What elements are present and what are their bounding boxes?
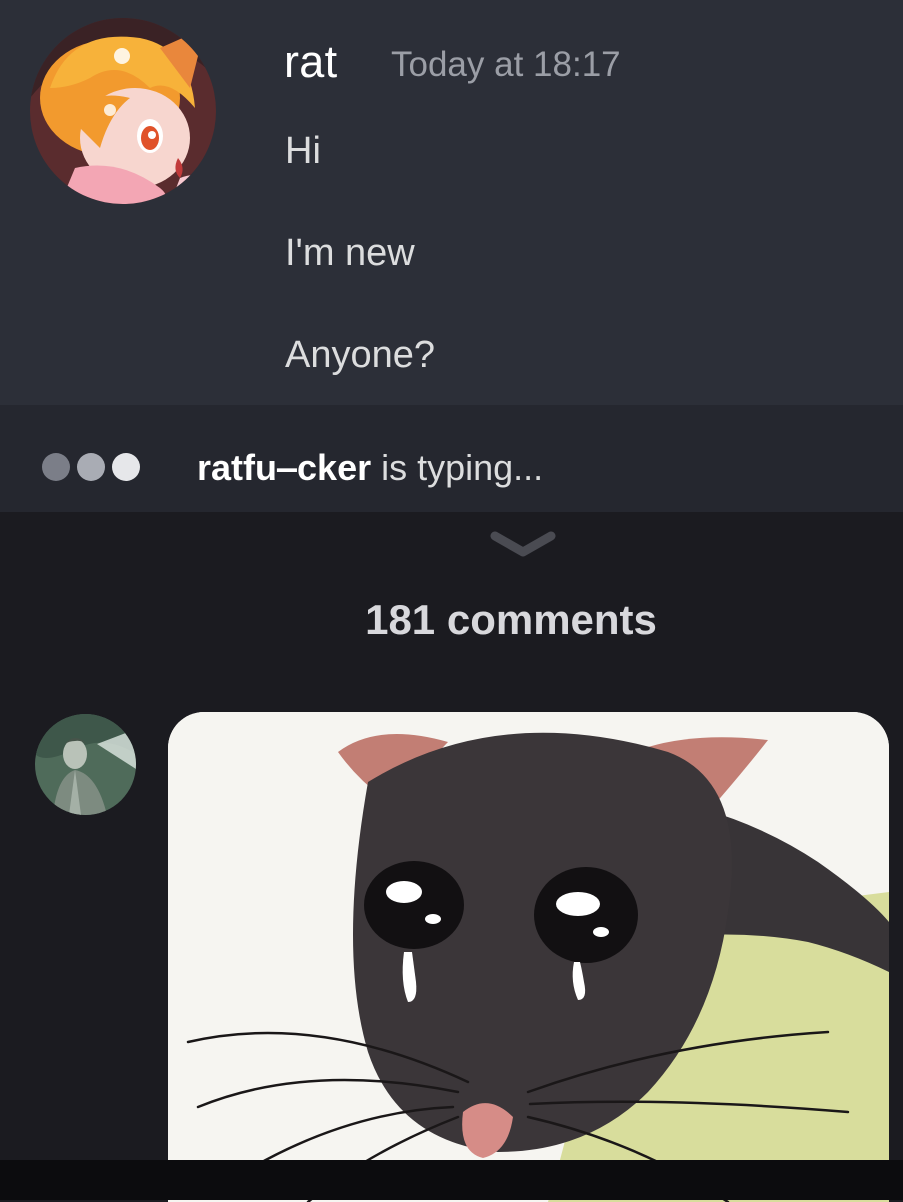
chat-panel: rat Today at 18:17 Hi I'm new Anyone? ra… [0,0,903,512]
crying-rat-illustration [168,712,889,1202]
typing-dots-icon [42,453,140,481]
chevron-down-icon[interactable] [489,530,557,560]
message-text: I'm new [285,232,415,274]
message-username[interactable]: rat [284,36,337,88]
typing-suffix: is typing... [371,447,544,488]
bottom-bar [0,1160,903,1200]
message-text: Anyone? [285,334,436,376]
comments-count[interactable]: 181 comments [0,596,903,644]
commenter-avatar[interactable] [35,714,136,815]
typing-indicator: ratfu‒cker is typing... [0,405,903,512]
message-text: Hi [285,130,321,172]
user-avatar[interactable] [30,18,216,204]
portrait-avatar-icon [35,714,136,815]
comment-image[interactable] [168,712,889,1202]
typing-status: ratfu‒cker is typing... [197,447,543,489]
typing-username: ratfu‒cker [197,447,372,488]
anime-avatar-icon [30,18,216,204]
message-timestamp: Today at 18:17 [391,45,621,84]
